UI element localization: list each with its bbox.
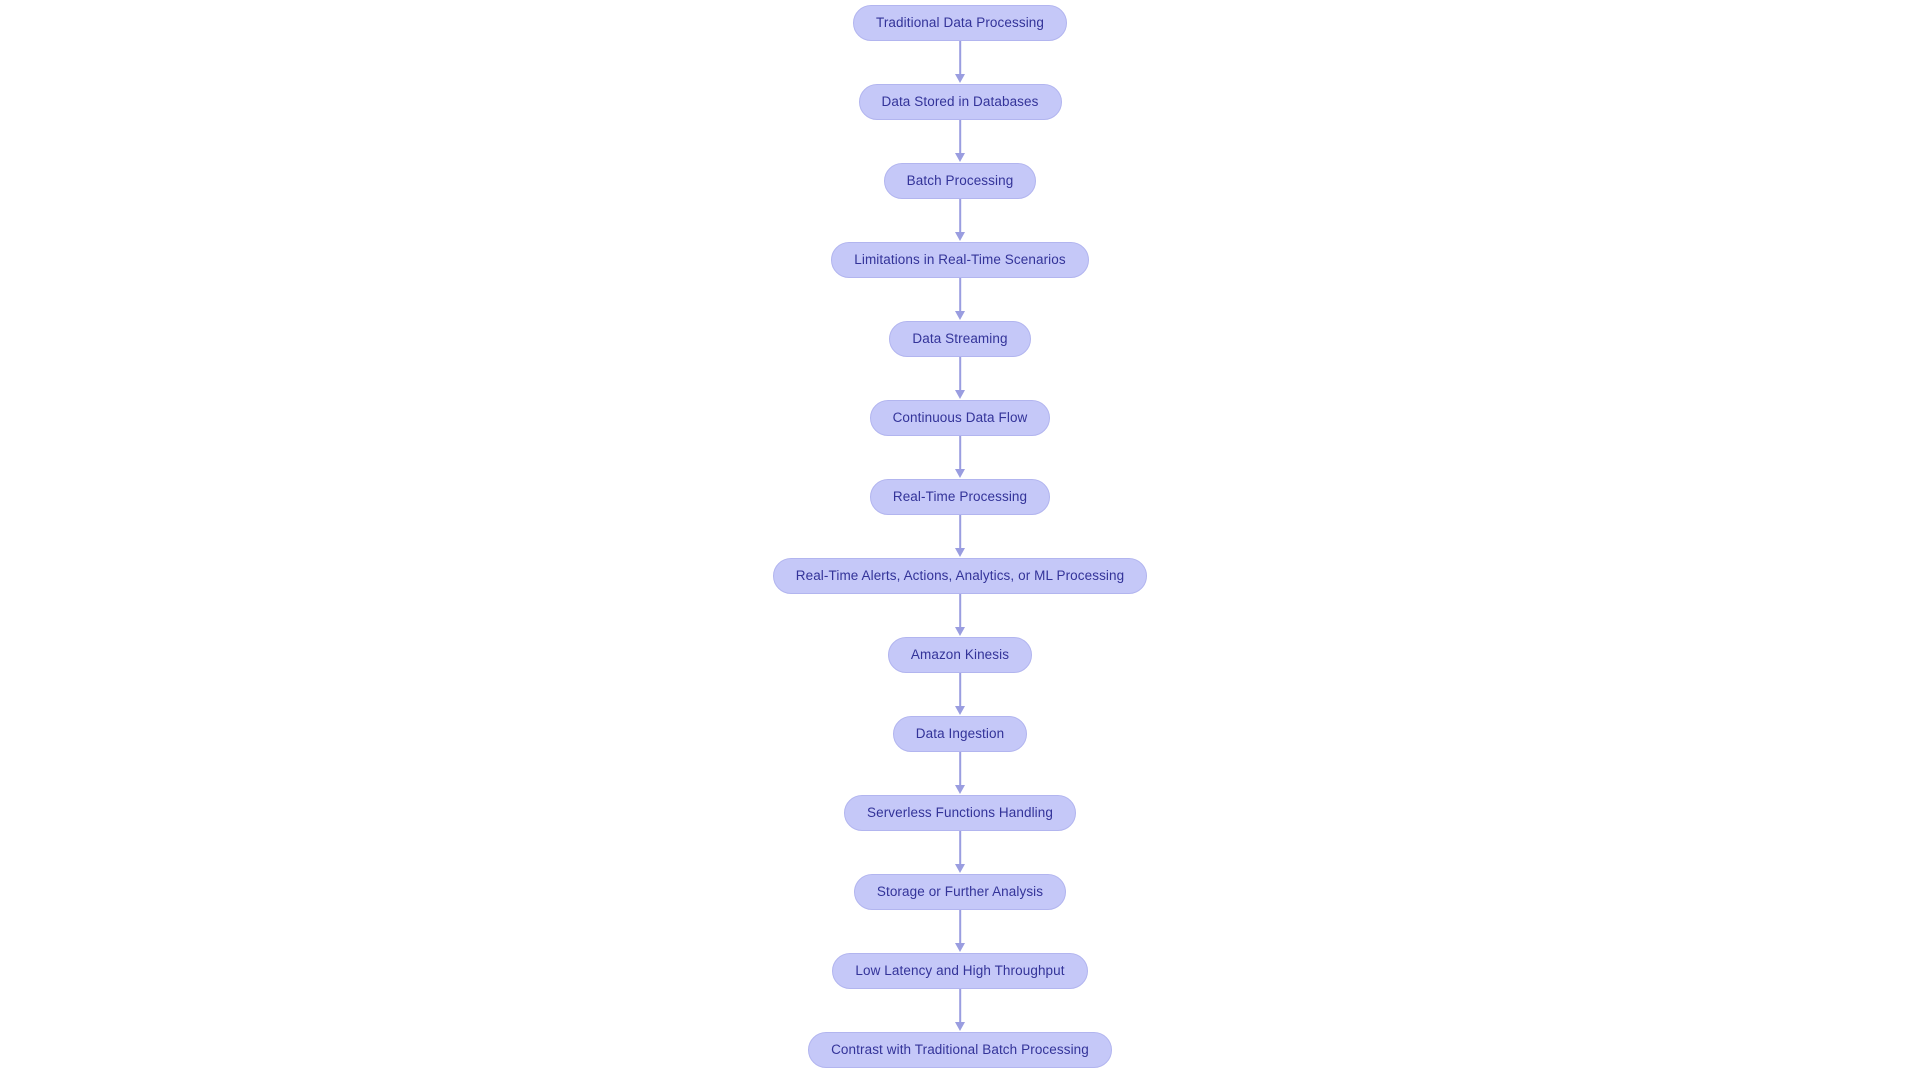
flow-node-n6[interactable]: Continuous Data Flow — [869, 400, 1051, 436]
flow-edge-n6-to-n7 — [953, 436, 967, 479]
edge-line — [959, 120, 961, 156]
down-arrow-icon — [955, 311, 965, 320]
flow-node-n2[interactable]: Data Stored in Databases — [858, 84, 1062, 120]
down-arrow-icon — [955, 943, 965, 952]
flow-edge-n2-to-n3 — [953, 120, 967, 163]
flowchart-canvas: Traditional Data Processing Data Stored i… — [0, 0, 1920, 1080]
down-arrow-icon — [955, 548, 965, 557]
flow-edge-n5-to-n6 — [953, 357, 967, 400]
flow-edge-n9-to-n10 — [953, 673, 967, 716]
down-arrow-icon — [955, 232, 965, 241]
down-arrow-icon — [955, 785, 965, 794]
flow-node-n11[interactable]: Serverless Functions Handling — [844, 795, 1076, 831]
flow-node-n3[interactable]: Batch Processing — [883, 163, 1037, 199]
edge-line — [959, 199, 961, 235]
flow-node-n8[interactable]: Real-Time Alerts, Actions, Analytics, or… — [772, 558, 1148, 594]
flowchart-node-column: Traditional Data Processing Data Stored i… — [0, 0, 1920, 1080]
down-arrow-icon — [955, 469, 965, 478]
flow-node-n13[interactable]: Low Latency and High Throughput — [832, 953, 1088, 989]
edge-line — [959, 752, 961, 788]
flow-node-n14[interactable]: Contrast with Traditional Batch Processi… — [808, 1032, 1112, 1068]
down-arrow-icon — [955, 706, 965, 715]
flow-node-n10[interactable]: Data Ingestion — [892, 716, 1028, 752]
flow-edge-n11-to-n12 — [953, 831, 967, 874]
edge-line — [959, 357, 961, 393]
edge-line — [959, 673, 961, 709]
edge-line — [959, 831, 961, 867]
flow-node-n4[interactable]: Limitations in Real-Time Scenarios — [831, 242, 1089, 278]
flow-edge-n13-to-n14 — [953, 989, 967, 1032]
edge-line — [959, 989, 961, 1025]
flow-node-n1[interactable]: Traditional Data Processing — [852, 5, 1068, 41]
flow-edge-n12-to-n13 — [953, 910, 967, 953]
edge-line — [959, 910, 961, 946]
flow-node-n5[interactable]: Data Streaming — [889, 321, 1031, 357]
flow-edge-n8-to-n9 — [953, 594, 967, 637]
flow-edge-n3-to-n4 — [953, 199, 967, 242]
flow-edge-n10-to-n11 — [953, 752, 967, 795]
flow-edge-n4-to-n5 — [953, 278, 967, 321]
down-arrow-icon — [955, 627, 965, 636]
down-arrow-icon — [955, 74, 965, 83]
flow-node-n12[interactable]: Storage or Further Analysis — [853, 874, 1067, 910]
edge-line — [959, 41, 961, 77]
flow-edge-n7-to-n8 — [953, 515, 967, 558]
edge-line — [959, 594, 961, 630]
down-arrow-icon — [955, 153, 965, 162]
down-arrow-icon — [955, 1022, 965, 1031]
edge-line — [959, 278, 961, 314]
flow-node-n7[interactable]: Real-Time Processing — [869, 479, 1051, 515]
edge-line — [959, 436, 961, 472]
edge-line — [959, 515, 961, 551]
down-arrow-icon — [955, 864, 965, 873]
down-arrow-icon — [955, 390, 965, 399]
flow-node-n9[interactable]: Amazon Kinesis — [887, 637, 1033, 673]
flow-edge-n1-to-n2 — [953, 41, 967, 84]
